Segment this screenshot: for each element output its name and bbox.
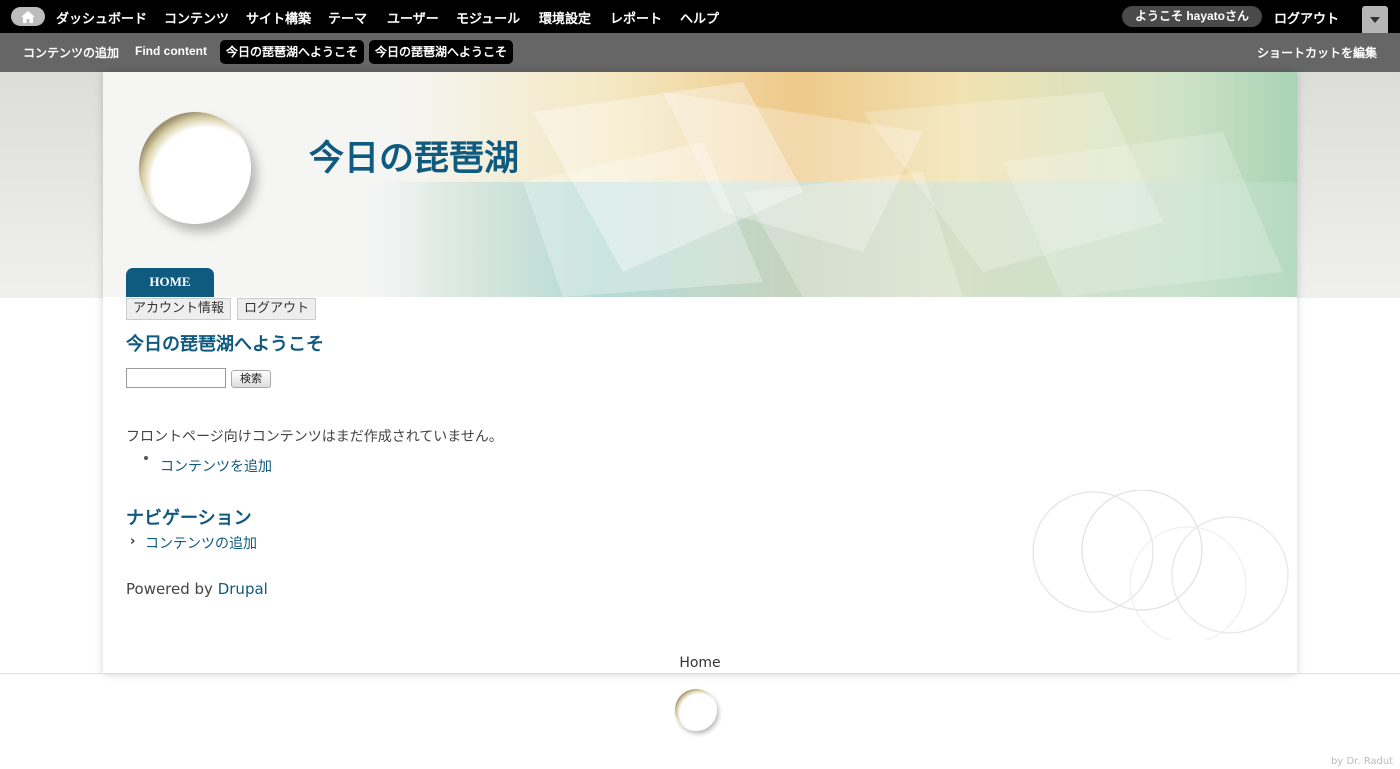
search-button[interactable]: 検索 — [231, 370, 271, 388]
page-container: 今日の琵琶湖 HOME アカウント情報 ログアウト 今日の琵琶湖へようこそ 検索… — [103, 72, 1297, 674]
menu-help[interactable]: ヘルプ — [680, 8, 719, 27]
footer-logo — [675, 689, 717, 731]
site-header: 今日の琵琶湖 HOME — [103, 72, 1297, 297]
theme-credit[interactable]: by Dr. Radut — [1331, 756, 1393, 767]
search-input[interactable] — [126, 368, 226, 388]
page-title: 今日の琵琶湖へようこそ — [126, 334, 324, 355]
secondary-tab-logout[interactable]: ログアウト — [237, 298, 317, 320]
menu-reports[interactable]: レポート — [610, 8, 662, 27]
secondary-tab-account[interactable]: アカウント情報 — [126, 298, 232, 320]
menu-people[interactable]: ユーザー — [387, 8, 439, 27]
site-logo[interactable] — [139, 112, 251, 224]
menu-appearance[interactable]: テーマ — [328, 8, 367, 27]
shortcut-welcome-1[interactable]: 今日の琵琶湖へようこそ — [220, 40, 365, 64]
chevron-down-icon — [1370, 16, 1380, 23]
shortcut-drawer-toggle[interactable] — [1362, 6, 1388, 33]
shortcut-bar: コンテンツの追加 Find content 今日の琵琶湖へようこそ 今日の琵琶湖… — [0, 33, 1400, 72]
footer-divider — [0, 673, 1400, 674]
menu-content[interactable]: コンテンツ — [164, 8, 229, 27]
shortcut-welcome-2[interactable]: 今日の琵琶湖へようこそ — [369, 40, 514, 64]
add-content-link[interactable]: コンテンツを追加 — [160, 456, 272, 476]
site-name[interactable]: 今日の琵琶湖 — [309, 130, 519, 181]
toolbar-logout-link[interactable]: ログアウト — [1274, 8, 1339, 27]
powered-by: Powered by Drupal — [126, 580, 268, 598]
navigation-block-title: ナビゲーション — [126, 508, 252, 529]
footer-home-link[interactable]: Home — [0, 655, 1400, 671]
user-greeting[interactable]: ようこそ hayatoさん — [1122, 6, 1262, 27]
home-button[interactable] — [11, 7, 45, 26]
chevron-right-icon: › — [130, 534, 136, 549]
menu-structure[interactable]: サイト構築 — [246, 8, 311, 27]
admin-toolbar: ダッシュボード コンテンツ サイト構築 テーマ ユーザー モジュール 環境設定 … — [0, 0, 1400, 33]
tab-home[interactable]: HOME — [126, 268, 214, 297]
shortcut-add-content[interactable]: コンテンツの追加 — [23, 44, 119, 61]
edit-shortcuts-link[interactable]: ショートカットを編集 — [1257, 44, 1377, 61]
list-bullet — [144, 456, 148, 460]
powered-by-prefix: Powered by — [126, 580, 218, 598]
drupal-link[interactable]: Drupal — [218, 580, 268, 598]
shortcut-find-content[interactable]: Find content — [135, 44, 207, 58]
menu-dashboard[interactable]: ダッシュボード — [56, 8, 147, 27]
home-icon — [21, 10, 35, 23]
decorative-circles — [1032, 490, 1289, 640]
navigation-add-content-link[interactable]: コンテンツの追加 — [145, 533, 257, 553]
menu-config[interactable]: 環境設定 — [539, 8, 591, 27]
empty-frontpage-message: フロントページ向けコンテンツはまだ作成されていません。 — [126, 429, 503, 445]
menu-modules[interactable]: モジュール — [456, 8, 520, 27]
